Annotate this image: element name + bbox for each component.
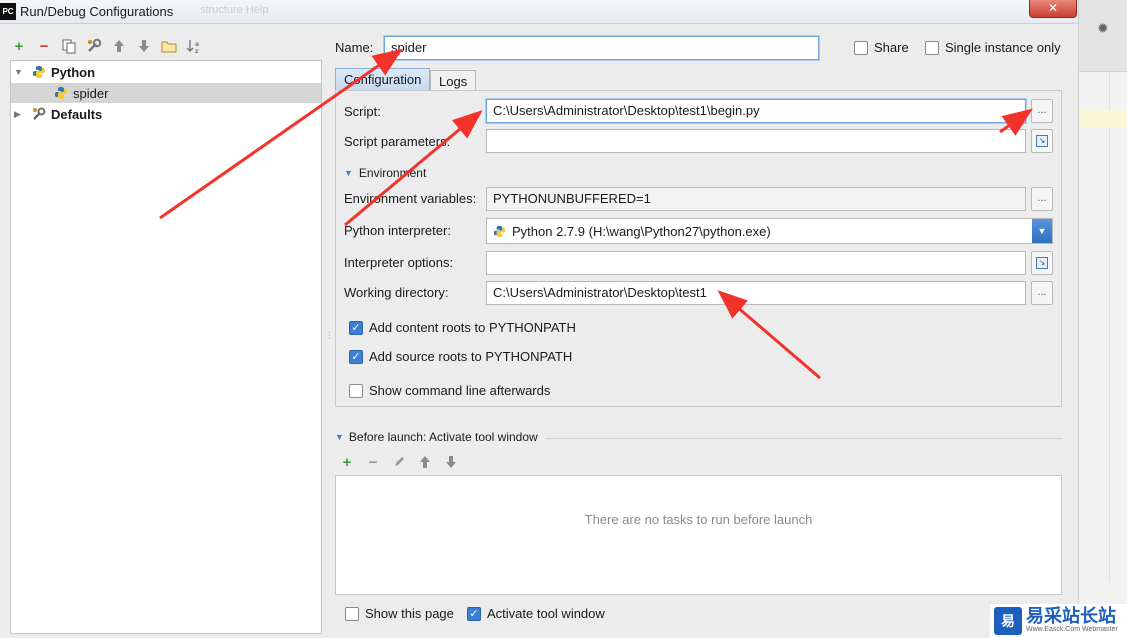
check-icon[interactable]: ✓ (467, 606, 481, 621)
move-up-icon[interactable] (416, 453, 434, 471)
tree-item-python-label: Python (51, 64, 96, 80)
configuration-tree: ▼ Python spider ▶ Defaults (10, 60, 322, 634)
title-bar: PC Run/Debug Configurations structure He… (0, 0, 1078, 24)
add-icon[interactable]: + (10, 37, 28, 55)
folder-icon[interactable] (160, 37, 178, 55)
add-source-roots-label: Add source roots to PYTHONPATH (369, 349, 573, 364)
activate-tool-window-label: Activate tool window (487, 606, 605, 621)
show-this-page-label: Show this page (365, 606, 454, 621)
python-icon (33, 66, 45, 78)
expand-editor-icon: ↘ (1036, 257, 1048, 269)
svg-text:z: z (195, 48, 199, 54)
remove-task-icon[interactable]: − (364, 453, 382, 471)
add-content-roots-checkbox[interactable]: ✓ Add content roots to PYTHONPATH (349, 320, 576, 335)
working-directory-label: Working directory: (344, 285, 449, 300)
script-parameters-input[interactable] (486, 129, 1026, 153)
show-this-page-checkbox[interactable]: Show this page (345, 606, 454, 621)
python-interpreter-value: Python 2.7.9 (H:\wang\Python27\python.ex… (512, 223, 771, 239)
single-instance-checkbox-box[interactable] (925, 40, 939, 55)
watermark-en-text: Www.Easck.Com Webmaster (1026, 626, 1118, 633)
show-command-line-checkbox-box[interactable] (349, 383, 363, 398)
splitter-handle[interactable]: ⋮ (325, 330, 334, 341)
script-browse-button[interactable]: ... (1031, 99, 1053, 123)
check-icon[interactable]: ✓ (349, 320, 363, 335)
script-label: Script: (344, 104, 381, 119)
interpreter-options-input[interactable] (486, 251, 1026, 275)
before-launch-title: Before launch: Activate tool window (348, 430, 538, 444)
activate-tool-window-checkbox[interactable]: ✓ Activate tool window (467, 606, 605, 621)
before-launch-header[interactable]: ▼ Before launch: Activate tool window (335, 430, 538, 444)
watermark-logo: 易 (994, 607, 1022, 635)
show-command-line-label: Show command line afterwards (369, 383, 551, 398)
working-directory-browse-button[interactable]: ... (1031, 281, 1053, 305)
share-checkbox[interactable]: Share (854, 40, 909, 55)
single-instance-checkbox[interactable]: Single instance only (925, 40, 1061, 55)
show-command-line-checkbox[interactable]: Show command line afterwards (349, 383, 550, 398)
environment-variables-browse-button[interactable]: ... (1031, 187, 1053, 211)
single-instance-label: Single instance only (945, 40, 1061, 55)
debug-bug-icon: ✹ (1097, 20, 1109, 36)
background-highlight-line (1080, 110, 1127, 128)
tree-item-spider[interactable]: spider (54, 83, 108, 103)
tab-logs[interactable]: Logs (430, 70, 477, 90)
tree-item-python[interactable]: ▼ Python (14, 62, 95, 82)
expand-editor-icon: ↘ (1036, 135, 1048, 147)
environment-label: Environment (358, 166, 427, 180)
svg-text:a: a (195, 41, 199, 48)
interpreter-options-expand-button[interactable]: ↘ (1031, 251, 1053, 275)
python-icon (55, 87, 67, 99)
background-toolbar: ✹ (1079, 0, 1127, 72)
share-checkbox-box[interactable] (854, 40, 868, 55)
watermark-cn-text: 易采站长站 (1026, 606, 1116, 627)
check-icon[interactable]: ✓ (349, 349, 363, 364)
section-collapse-icon: ▼ (344, 168, 353, 178)
environment-section-header[interactable]: ▼ Environment (344, 166, 426, 180)
tab-configuration[interactable]: Configuration (335, 68, 431, 90)
show-this-page-checkbox-box[interactable] (345, 606, 359, 621)
before-launch-toolbar: + − (338, 453, 460, 471)
close-button[interactable]: ✕ (1029, 0, 1077, 18)
collapsed-arrow-icon[interactable]: ▶ (14, 109, 24, 120)
tree-item-defaults-label: Defaults (51, 106, 103, 122)
move-down-icon[interactable] (135, 37, 153, 55)
script-parameters-label: Script parameters: (344, 134, 451, 149)
sort-icon[interactable]: az (185, 37, 203, 55)
name-label: Name: (335, 40, 374, 55)
window-title: Run/Debug Configurations (20, 4, 174, 19)
site-watermark: 易 易采站长站 Www.Easck.Com Webmaster (990, 604, 1127, 638)
interpreter-options-label: Interpreter options: (344, 255, 454, 270)
name-input[interactable]: spider (384, 36, 819, 60)
python-icon (493, 225, 506, 237)
edit-task-icon[interactable] (390, 453, 408, 471)
working-directory-input[interactable]: C:\Users\Administrator\Desktop\test1 (486, 281, 1026, 305)
pycharm-app-icon: PC (0, 3, 16, 20)
background-menu-ghost: structure Help (200, 4, 269, 16)
tree-item-defaults[interactable]: ▶ Defaults (14, 104, 102, 124)
move-up-icon[interactable] (110, 37, 128, 55)
expanded-arrow-icon[interactable]: ▼ (14, 67, 24, 77)
script-parameters-expand-button[interactable]: ↘ (1031, 129, 1053, 153)
before-launch-task-list[interactable]: There are no tasks to run before launch (335, 475, 1062, 595)
copy-icon[interactable] (60, 37, 78, 55)
background-ide-area: ✹ (1078, 0, 1127, 638)
chevron-down-icon[interactable]: ▼ (1032, 219, 1052, 243)
share-label: Share (874, 40, 909, 55)
empty-state-text: There are no tasks to run before launch (584, 512, 813, 527)
move-down-icon[interactable] (442, 453, 460, 471)
section-collapse-icon: ▼ (335, 432, 344, 442)
edit-defaults-icon[interactable] (85, 37, 103, 55)
tree-item-spider-label: spider (73, 85, 109, 101)
python-interpreter-label: Python interpreter: (344, 223, 451, 238)
remove-icon[interactable]: − (35, 37, 53, 55)
environment-variables-field[interactable]: PYTHONUNBUFFERED=1 (486, 187, 1026, 211)
section-divider (546, 438, 1062, 439)
add-task-icon[interactable]: + (338, 453, 356, 471)
environment-variables-label: Environment variables: (344, 191, 477, 206)
wrench-icon (33, 107, 46, 120)
script-input[interactable]: C:\Users\Administrator\Desktop\test1\beg… (486, 99, 1026, 123)
python-interpreter-select[interactable]: Python 2.7.9 (H:\wang\Python27\python.ex… (486, 218, 1053, 244)
add-source-roots-checkbox[interactable]: ✓ Add source roots to PYTHONPATH (349, 349, 572, 364)
config-toolbar: + − az (10, 36, 203, 56)
add-content-roots-label: Add content roots to PYTHONPATH (369, 320, 576, 335)
